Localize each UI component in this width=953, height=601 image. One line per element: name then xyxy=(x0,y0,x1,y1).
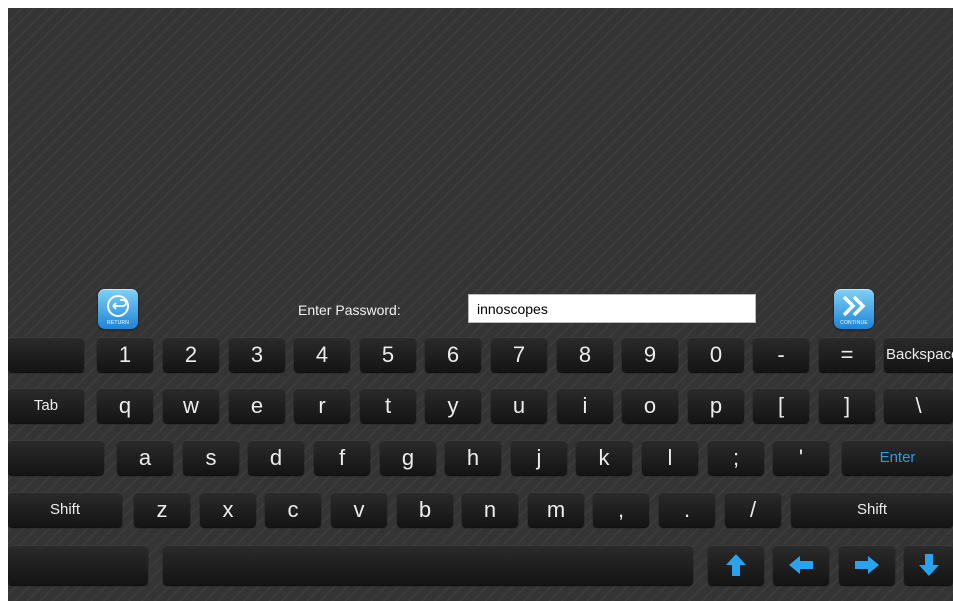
key-o[interactable]: o xyxy=(622,388,678,423)
key-blank-bottom[interactable] xyxy=(8,545,148,585)
key-q[interactable]: q xyxy=(97,388,153,423)
key-left-bracket[interactable]: [ xyxy=(753,388,809,423)
key-4[interactable]: 4 xyxy=(294,337,350,372)
key-backslash[interactable]: \ xyxy=(884,388,953,423)
key-c[interactable]: c xyxy=(265,492,321,527)
key-1[interactable]: 1 xyxy=(97,337,153,372)
return-caption: RETURN xyxy=(106,320,130,326)
arrow-left-icon xyxy=(789,556,813,574)
key-e[interactable]: e xyxy=(229,388,285,423)
key-k[interactable]: k xyxy=(576,440,632,475)
key-p[interactable]: p xyxy=(688,388,744,423)
key-z[interactable]: z xyxy=(134,492,190,527)
continue-button[interactable]: CONTINUE xyxy=(834,289,874,329)
key-shift-right[interactable]: Shift xyxy=(791,492,953,527)
key-6[interactable]: 6 xyxy=(425,337,481,372)
key-d[interactable]: d xyxy=(248,440,304,475)
key-l[interactable]: l xyxy=(642,440,698,475)
key-8[interactable]: 8 xyxy=(557,337,613,372)
key-s[interactable]: s xyxy=(183,440,239,475)
key-y[interactable]: y xyxy=(425,388,481,423)
key-enter[interactable]: Enter xyxy=(842,440,953,475)
key-v[interactable]: v xyxy=(331,492,387,527)
key-arrow-left[interactable] xyxy=(773,545,829,585)
arrow-down-icon xyxy=(918,554,939,576)
key-n[interactable]: n xyxy=(462,492,518,527)
key-i[interactable]: i xyxy=(557,388,613,423)
key-u[interactable]: u xyxy=(491,388,547,423)
key-space[interactable] xyxy=(163,545,693,585)
key-slash[interactable]: / xyxy=(725,492,781,527)
key-blank[interactable] xyxy=(8,337,84,372)
return-button[interactable]: RETURN xyxy=(98,289,138,329)
key-g[interactable]: g xyxy=(380,440,436,475)
continue-caption: CONTINUE xyxy=(840,320,868,326)
key-semicolon[interactable]: ; xyxy=(708,440,764,475)
key-b[interactable]: b xyxy=(397,492,453,527)
key-blank-left[interactable] xyxy=(8,440,104,475)
key-j[interactable]: j xyxy=(511,440,567,475)
key-5[interactable]: 5 xyxy=(360,337,416,372)
key-arrow-right[interactable] xyxy=(839,545,895,585)
key-r[interactable]: r xyxy=(294,388,350,423)
key-h[interactable]: h xyxy=(445,440,501,475)
arrow-up-icon xyxy=(726,554,746,576)
key-x[interactable]: x xyxy=(200,492,256,527)
key-7[interactable]: 7 xyxy=(491,337,547,372)
key-w[interactable]: w xyxy=(163,388,219,423)
key-minus[interactable]: - xyxy=(753,337,809,372)
arrow-right-icon xyxy=(855,556,879,574)
app-screen: RETURN Enter Password: CONTINUE 1 2 3 4 … xyxy=(8,8,953,601)
key-f[interactable]: f xyxy=(314,440,370,475)
password-label: Enter Password: xyxy=(298,302,401,318)
password-input[interactable] xyxy=(468,294,756,323)
key-tab[interactable]: Tab xyxy=(8,388,84,423)
key-apostrophe[interactable]: ' xyxy=(773,440,829,475)
key-9[interactable]: 9 xyxy=(622,337,678,372)
key-backspace[interactable]: Backspace xyxy=(884,337,953,372)
key-a[interactable]: a xyxy=(117,440,173,475)
key-t[interactable]: t xyxy=(360,388,416,423)
key-arrow-down[interactable] xyxy=(904,545,953,585)
key-3[interactable]: 3 xyxy=(229,337,285,372)
key-2[interactable]: 2 xyxy=(163,337,219,372)
key-0[interactable]: 0 xyxy=(688,337,744,372)
key-equals[interactable]: = xyxy=(819,337,875,372)
key-comma[interactable]: , xyxy=(593,492,649,527)
key-m[interactable]: m xyxy=(528,492,584,527)
key-arrow-up[interactable] xyxy=(708,545,764,585)
key-shift-left[interactable]: Shift xyxy=(8,492,122,527)
key-right-bracket[interactable]: ] xyxy=(819,388,875,423)
key-period[interactable]: . xyxy=(659,492,715,527)
